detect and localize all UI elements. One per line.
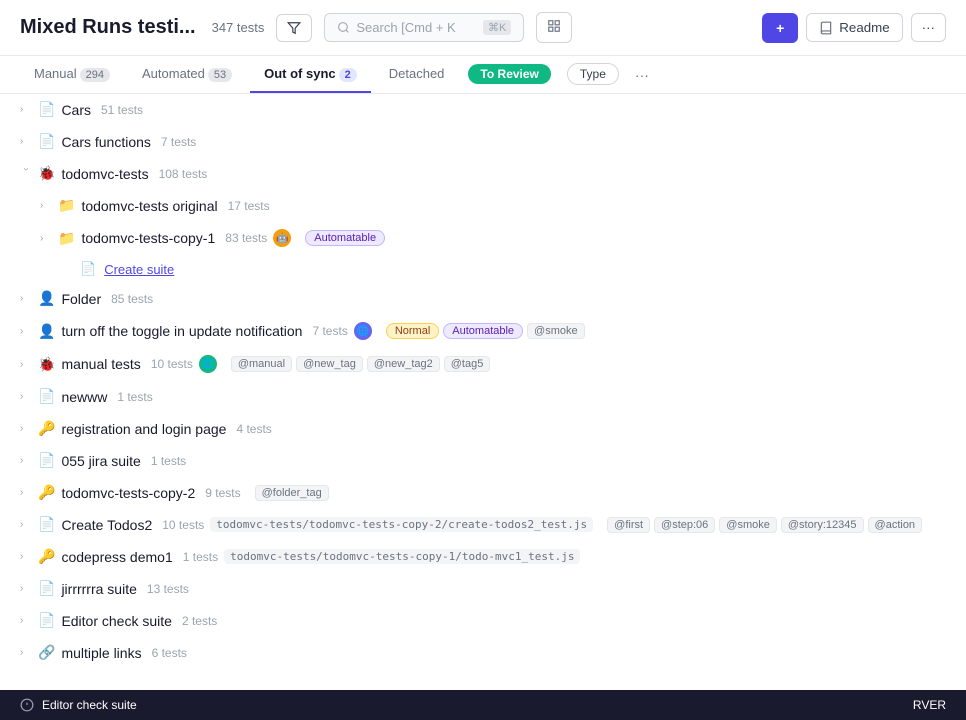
more-button[interactable]: ··· [911,13,946,42]
tag-list: @folder_tag [255,485,329,501]
chevron-icon: › [20,326,32,337]
filter-icon [287,21,301,35]
list-item[interactable]: › 🔑 todomvc-tests-copy-2 9 tests @folder… [0,477,966,509]
avatar: 🌐 [354,322,372,340]
tab-automated[interactable]: Automated53 [128,56,246,93]
tab-out-of-sync[interactable]: Out of sync2 [250,56,371,93]
chevron-icon: › [20,359,32,370]
create-suite-link[interactable]: Create suite [104,262,174,277]
chevron-icon: › [40,233,52,244]
chevron-icon: › [20,583,32,594]
edit-icon [547,19,561,33]
tag-new-tag: @new_tag [296,356,363,372]
tag-action: @action [868,517,923,533]
chevron-icon: › [40,200,52,211]
chevron-icon: › [21,168,32,180]
chevron-icon: › [20,104,32,115]
header-actions: + Readme ··· [762,13,946,43]
content-area: › 📄 Cars 51 tests › 📄 Cars functions 7 t… [0,94,966,669]
tag-smoke: @smoke [719,517,777,533]
create-suite-row[interactable]: 📄 Create suite [0,255,966,283]
tag-list: Normal Automatable @smoke [386,323,585,339]
tag-tag5: @tag5 [444,356,491,372]
add-button[interactable]: + [762,13,798,43]
list-item[interactable]: › 📁 todomvc-tests-copy-1 83 tests 🤖 Auto… [0,222,966,255]
tag-step: @step:06 [654,517,715,533]
list-item[interactable]: › 📄 Editor check suite 2 tests [0,605,966,637]
chevron-icon: › [20,647,32,658]
chevron-icon: › [20,293,32,304]
tab-to-review[interactable]: To Review [462,58,556,91]
list-item[interactable]: › 👤 Folder 85 tests [0,283,966,315]
tab-detached[interactable]: Detached [375,56,459,93]
list-item[interactable]: › 📄 Cars functions 7 tests [0,126,966,158]
tag-list: Automatable [305,230,385,246]
tag-path: todomvc-tests/todomvc-tests-copy-1/todo-… [224,549,580,564]
chevron-icon: › [20,519,32,530]
footer-bar: Editor check suite RVER [0,690,966,720]
list-item[interactable]: › 📄 newww 1 tests [0,381,966,413]
search-shortcut: ⌘K [483,20,511,35]
tag-list: @first @step:06 @smoke @story:12345 @act… [607,517,922,533]
list-item[interactable]: › 🐞 todomvc-tests 108 tests [0,158,966,190]
test-count: 347 tests [212,20,265,35]
tag-manual: @manual [231,356,292,372]
tag-story: @story:12345 [781,517,864,533]
tag-automatable: Automatable [305,230,385,246]
chevron-icon: › [20,423,32,434]
footer-label: Editor check suite [42,698,137,712]
search-icon [337,21,350,34]
tag-smoke: @smoke [527,323,585,339]
search-placeholder: Search [Cmd + K [356,20,455,35]
book-icon [819,21,833,35]
footer-right: RVER [913,698,946,712]
avatar: 🌐 [199,355,217,373]
list-item[interactable]: › 🔑 registration and login page 4 tests [0,413,966,445]
chevron-icon: › [20,615,32,626]
tag-list: @manual @new_tag @new_tag2 @tag5 [231,356,490,372]
tag-first: @first [607,517,650,533]
list-item[interactable]: › 📁 todomvc-tests original 17 tests [0,190,966,222]
footer-icon [20,698,34,712]
tag-automatable: Automatable [443,323,523,339]
page-title: Mixed Runs testi... [20,16,196,39]
list-item[interactable]: › 📄 055 jira suite 1 tests [0,445,966,477]
list-item[interactable]: › 📄 jirrrrrra suite 13 tests [0,573,966,605]
list-item[interactable]: › 📄 Cars 51 tests [0,94,966,126]
tab-type[interactable]: Type [561,58,625,91]
chevron-icon: › [20,487,32,498]
chevron-icon: › [20,136,32,147]
list-item[interactable]: › 🔗 multiple links 6 tests [0,637,966,669]
tag-normal: Normal [386,323,439,339]
readme-button[interactable]: Readme [806,13,902,42]
list-item[interactable]: › 👤 turn off the toggle in update notifi… [0,315,966,348]
search-bar[interactable]: Search [Cmd + K ⌘K [324,13,524,42]
edit-button[interactable] [536,12,572,43]
chevron-icon: › [20,455,32,466]
tabs-bar: Manual294 Automated53 Out of sync2 Detac… [0,56,966,94]
filter-button[interactable] [276,14,312,42]
file-icon: 📄 [80,261,96,277]
chevron-icon: › [20,391,32,402]
list-item[interactable]: › 🔑 codepress demo1 1 tests todomvc-test… [0,541,966,573]
chevron-icon: › [20,551,32,562]
avatar: 🤖 [273,229,291,247]
tab-more[interactable]: ··· [629,57,655,93]
header: Mixed Runs testi... 347 tests Search [Cm… [0,0,966,56]
tag-path: todomvc-tests/todomvc-tests-copy-2/creat… [210,517,593,532]
tab-manual[interactable]: Manual294 [20,56,124,93]
tag-new-tag2: @new_tag2 [367,356,440,372]
tag-folder-tag: @folder_tag [255,485,329,501]
list-item[interactable]: › 🐞 manual tests 10 tests 🌐 @manual @new… [0,348,966,381]
list-item[interactable]: › 📄 Create Todos2 10 tests todomvc-tests… [0,509,966,541]
readme-label: Readme [839,20,889,35]
